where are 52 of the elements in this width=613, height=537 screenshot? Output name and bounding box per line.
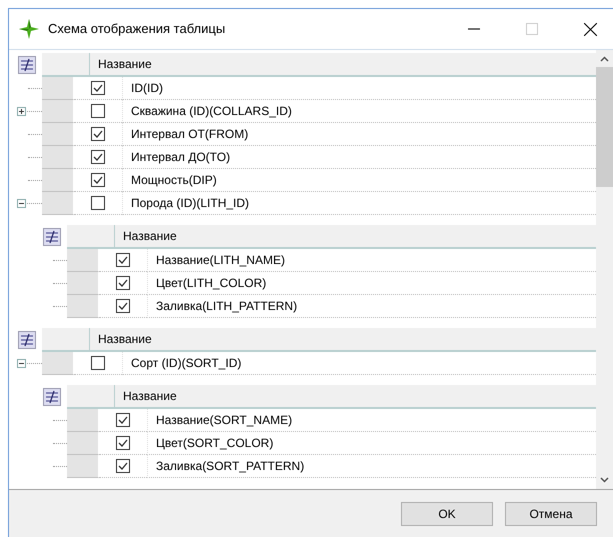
column-chooser-icon[interactable]: [43, 388, 61, 406]
table-cell: Заливка(SORT_PATTERN): [147, 455, 596, 478]
table-cell: Порода (ID)(LITH_ID): [122, 192, 596, 215]
scroll-down-icon[interactable]: [600, 477, 609, 483]
checkbox[interactable]: [91, 196, 105, 210]
scrollbar[interactable]: [596, 50, 613, 489]
column-header[interactable]: Название: [115, 225, 596, 249]
dialog-button[interactable]: Отмена: [505, 502, 597, 526]
table-cell: ID(ID): [122, 77, 596, 100]
checkbox[interactable]: [91, 173, 105, 187]
minimize-icon: [468, 28, 480, 30]
expand-icon[interactable]: [17, 107, 26, 116]
checkbox[interactable]: [91, 104, 105, 118]
column-chooser-icon[interactable]: [18, 56, 36, 74]
checkbox[interactable]: [116, 459, 130, 473]
table-cell: Цвет(SORT_COLOR): [147, 432, 596, 455]
close-icon: [584, 22, 596, 36]
checkbox[interactable]: [91, 150, 105, 164]
checkbox[interactable]: [91, 81, 105, 95]
table-cell: Интервал ДО(TO): [122, 146, 596, 169]
column-header[interactable]: Название: [115, 385, 596, 409]
checkbox[interactable]: [116, 436, 130, 450]
table-cell: Интервал ОТ(FROM): [122, 123, 596, 146]
column-header[interactable]: Название: [90, 53, 596, 77]
column-header[interactable]: Название: [90, 328, 596, 352]
scroll-up-icon[interactable]: [600, 56, 609, 62]
table-cell: Скважина (ID)(COLLARS_ID): [122, 100, 596, 123]
app-logo-icon: [18, 18, 40, 40]
collapse-icon[interactable]: [17, 199, 26, 208]
checkbox[interactable]: [116, 413, 130, 427]
scrollbar-thumb[interactable]: [596, 67, 613, 187]
window-title: Схема отображения таблицы: [48, 20, 226, 38]
header-cell: [42, 328, 90, 352]
column-chooser-icon[interactable]: [18, 331, 36, 349]
dialog-button[interactable]: OK: [401, 502, 493, 526]
column-chooser-icon[interactable]: [43, 228, 61, 246]
checkbox[interactable]: [91, 127, 105, 141]
header-cell: [42, 53, 90, 77]
table-cell: Цвет(LITH_COLOR): [147, 272, 596, 295]
header-cell: [67, 385, 115, 409]
header-cell: [67, 225, 115, 249]
table-cell: Мощность(DIP): [122, 169, 596, 192]
checkbox[interactable]: [116, 253, 130, 267]
checkbox[interactable]: [116, 276, 130, 290]
table-cell: Заливка(LITH_PATTERN): [147, 295, 596, 318]
checkbox[interactable]: [116, 299, 130, 313]
table-cell: Название(LITH_NAME): [147, 249, 596, 272]
checkbox[interactable]: [91, 356, 105, 370]
table-cell: Название(SORT_NAME): [147, 409, 596, 432]
table-cell: Сорт (ID)(SORT_ID): [122, 352, 596, 375]
maximize-icon: [526, 23, 538, 35]
collapse-icon[interactable]: [17, 359, 26, 368]
